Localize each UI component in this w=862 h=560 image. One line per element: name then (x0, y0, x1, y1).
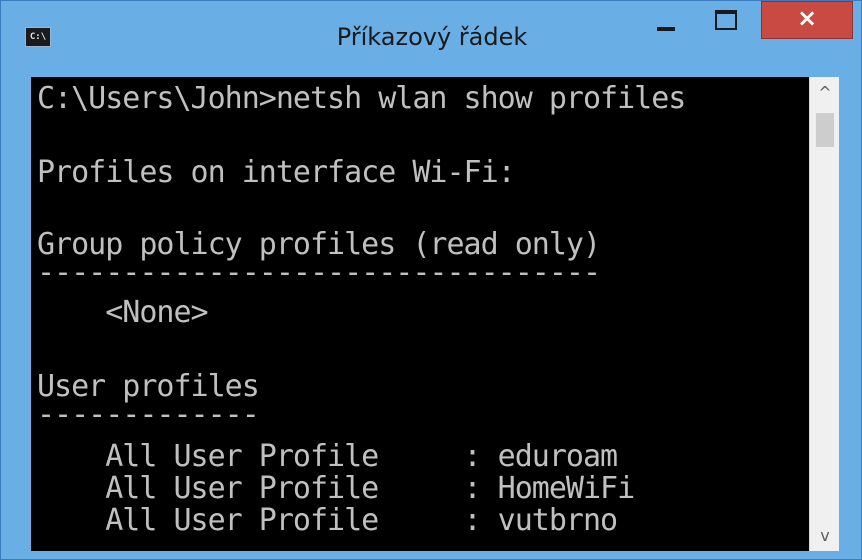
console-line-none: <None> (37, 295, 208, 330)
scrollbar-thumb[interactable] (816, 113, 834, 147)
minimize-icon (657, 27, 675, 31)
scroll-down-arrow-icon[interactable]: v (810, 526, 840, 545)
console-line-profile: All User Profile : vutbrno (37, 503, 618, 538)
close-button[interactable]: × (761, 1, 853, 39)
console-line-interface: Profiles on interface Wi-Fi: (37, 155, 516, 190)
maximize-button[interactable] (697, 1, 753, 39)
command-prompt-window: C:\ Příkazový řádek × C:\Users\John>nets… (0, 0, 862, 560)
console-line-command: C:\Users\John>netsh wlan show profiles (37, 81, 686, 116)
minimize-button[interactable] (637, 1, 693, 39)
console-line-separator: --------------------------------- (37, 255, 601, 290)
console-line-separator: ------------- (37, 397, 260, 432)
console-line-profile: All User Profile : HomeWiFi (37, 471, 635, 506)
console-output[interactable]: C:\Users\John>netsh wlan show profiles P… (31, 77, 831, 551)
close-icon: × (796, 4, 818, 32)
scroll-up-arrow-icon[interactable]: ^ (810, 83, 840, 102)
maximize-icon (715, 10, 737, 30)
console-line-profile: All User Profile : eduroam (37, 439, 618, 474)
title-bar[interactable]: C:\ Příkazový řádek × (1, 1, 861, 77)
vertical-scrollbar[interactable]: ^ v (809, 77, 839, 551)
